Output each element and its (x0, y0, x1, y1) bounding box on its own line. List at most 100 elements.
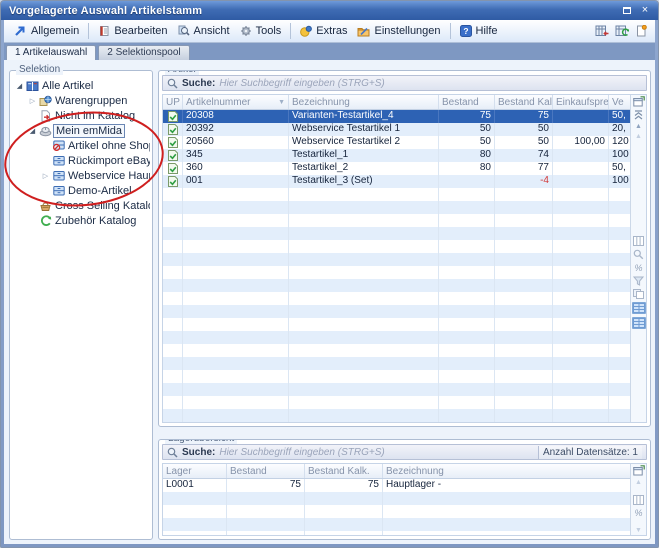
artikel-search-bar[interactable]: Suche: Hier Suchbegriff eingeben (STRG+S… (162, 75, 647, 91)
artikel-panel: Artikel Suche: Hier Suchbegriff eingeben… (158, 70, 651, 427)
empty-row (163, 492, 630, 505)
search-icon (167, 447, 178, 458)
svg-text:?: ? (463, 26, 468, 36)
article-row[interactable]: 001 Testartikel_3 (Set) -4 100 (163, 175, 630, 188)
column-header-up[interactable]: UP (163, 95, 183, 109)
column-chooser-icon[interactable] (633, 465, 645, 476)
article-row[interactable]: 345 Testartikel_1 80 74 100 (163, 149, 630, 162)
table-sync-icon[interactable] (615, 25, 629, 37)
column-header-bestand-kalk[interactable]: Bestand Kalk. (305, 464, 383, 478)
cell-bestand-kalk: -4 (495, 175, 553, 188)
article-row[interactable]: 360 Testartikel_2 80 77 50, (163, 162, 630, 175)
tabstrip: 1 Artikelauswahl2 Selektionspool (4, 43, 655, 60)
up-status-icon (163, 123, 183, 136)
layout-tool-icon[interactable] (633, 289, 644, 299)
column-header-bestand[interactable]: Bestand (227, 464, 305, 478)
column-header-ve[interactable]: Ve (609, 95, 630, 109)
percent-tool-icon[interactable]: % (634, 263, 642, 273)
titlebar: Vorgelagerte Auswahl Artikelstamm × (1, 1, 658, 20)
toolbar-separator (290, 23, 291, 39)
tools-icon (240, 25, 252, 37)
close-button[interactable]: × (638, 4, 652, 17)
menu-item-bearbeiten[interactable]: Bearbeiten (93, 23, 172, 39)
cell-bestand-kalk: 74 (495, 149, 553, 162)
columns-tool-icon[interactable] (633, 495, 644, 505)
tree-item-label: Nicht im Katalog (53, 110, 137, 122)
artikel-search-input[interactable]: Hier Suchbegriff eingeben (STRG+S) (219, 78, 642, 89)
empty-row (163, 266, 630, 279)
grid-view-alt-icon[interactable] (632, 317, 646, 329)
warengruppen-icon (38, 95, 53, 107)
tree-item-alle-artikel[interactable]: ◢ Alle Artikel (12, 78, 150, 93)
catalog-icon (25, 80, 40, 92)
column-header-bezeichnung[interactable]: Bezeichnung (383, 464, 630, 478)
scroll-up-icon[interactable]: ▲ (635, 123, 642, 130)
tab-2-selektionspool[interactable]: 2 Selektionspool (98, 45, 189, 60)
artikel-panel-label: Artikel (165, 70, 199, 75)
cell-ve: 20, (609, 123, 630, 136)
toolbar-separator (88, 23, 89, 39)
cell-bestand-kalk: 75 (495, 110, 553, 123)
tree-item-demo-artikel[interactable]: Demo-Artikel (12, 183, 150, 198)
menu-item-hilfe[interactable]: ? Hilfe (455, 23, 503, 39)
recycle-icon (38, 215, 53, 227)
new-document-icon[interactable] (635, 25, 647, 37)
tree-item-r-ckimport-ebay[interactable]: Rückimport eBay (12, 153, 150, 168)
empty-row (163, 531, 630, 535)
columns-tool-icon[interactable] (633, 236, 644, 246)
menu-item-ansicht[interactable]: Ansicht (173, 23, 235, 39)
menu-item-label: Extras (316, 25, 347, 37)
lager-row[interactable]: L0001 75 75 Hauptlager - (163, 479, 630, 492)
tree-item-zubeh-r-katalog[interactable]: Zubehör Katalog (12, 213, 150, 228)
lager-search-input[interactable]: Hier Suchbegriff eingeben (STRG+S) (219, 447, 534, 458)
column-header-bestand[interactable]: Bestand (439, 95, 495, 109)
tree-item-warengruppen[interactable]: ▷ Warengruppen (12, 93, 150, 108)
empty-row (163, 253, 630, 266)
up-status-icon (163, 149, 183, 162)
column-chooser-icon[interactable] (633, 96, 645, 107)
column-header-bezeichnung[interactable]: Bezeichnung (289, 95, 439, 109)
restore-icon (623, 7, 631, 14)
tree-item-nicht-im-katalog[interactable]: Nicht im Katalog (12, 108, 150, 123)
menu-item-tools[interactable]: Tools (235, 23, 287, 39)
article-row[interactable]: 20392 Webservice Testartikel 1 50 50 20, (163, 123, 630, 136)
tree-item-cross-selling-katalog[interactable]: Cross Selling Katalog (12, 198, 150, 213)
column-header-einkaufspreis[interactable]: Einkaufspreis (553, 95, 609, 109)
lager-panel-label: Lagerübersicht (165, 439, 237, 444)
basket-icon (38, 200, 53, 212)
tree-item-artikel-ohne-shop-kategorie[interactable]: Artikel ohne Shop-Kategorie (12, 138, 150, 153)
tree-expander-icon[interactable]: ▷ (40, 172, 51, 180)
scroll-top-icon[interactable] (634, 110, 643, 120)
menu-item-allgemein[interactable]: Allgemein (9, 23, 84, 39)
percent-tool-icon[interactable]: % (634, 508, 642, 518)
tree-item-label: Webservice Hauptkategorie (66, 170, 150, 182)
drawer-icon (51, 185, 66, 196)
search-tool-icon[interactable] (633, 249, 644, 260)
restore-button[interactable] (620, 4, 634, 17)
menu-item-einstellungen[interactable]: Einstellungen (352, 23, 445, 39)
article-row[interactable]: 20560 Webservice Testartikel 2 50 50 100… (163, 136, 630, 149)
window-body: Allgemein Bearbeiten Ansicht Tools Extra… (4, 20, 655, 544)
tree-expander-icon[interactable]: ◢ (14, 82, 25, 90)
not-in-catalog-icon (38, 110, 53, 122)
tree-item-webservice-hauptkategorie[interactable]: ▷ Webservice Hauptkategorie (12, 168, 150, 183)
tree-expander-icon[interactable]: ◢ (27, 127, 38, 135)
tree-item-mein-emmida[interactable]: ◢ Mein emMida (12, 123, 150, 138)
menu-item-extras[interactable]: Extras (295, 23, 352, 39)
empty-row (163, 188, 630, 201)
grid-view-icon[interactable] (632, 302, 646, 314)
scroll-up-dim-icon: ▲ (635, 479, 642, 486)
lager-search-bar[interactable]: Suche: Hier Suchbegriff eingeben (STRG+S… (162, 444, 647, 460)
cell-bestand-kalk: 50 (495, 123, 553, 136)
article-row[interactable]: 20308 Varianten-Testartikel_4 75 75 50, (163, 110, 630, 123)
tree-expander-icon[interactable]: ▷ (27, 97, 38, 105)
tree-item-label: Zubehör Katalog (53, 215, 138, 227)
column-header-lager[interactable]: Lager (163, 464, 227, 478)
column-header-artikelnummer[interactable]: Artikelnummer▼ (183, 95, 289, 109)
cell-ve: 100 (609, 175, 630, 188)
cell-einkaufspreis (553, 149, 609, 162)
column-header-bestand-kalk[interactable]: Bestand Kalk. (495, 95, 553, 109)
tab-1-artikelauswahl[interactable]: 1 Artikelauswahl (6, 45, 96, 60)
table-import-icon[interactable] (595, 25, 609, 37)
filter-tool-icon[interactable] (633, 276, 644, 286)
